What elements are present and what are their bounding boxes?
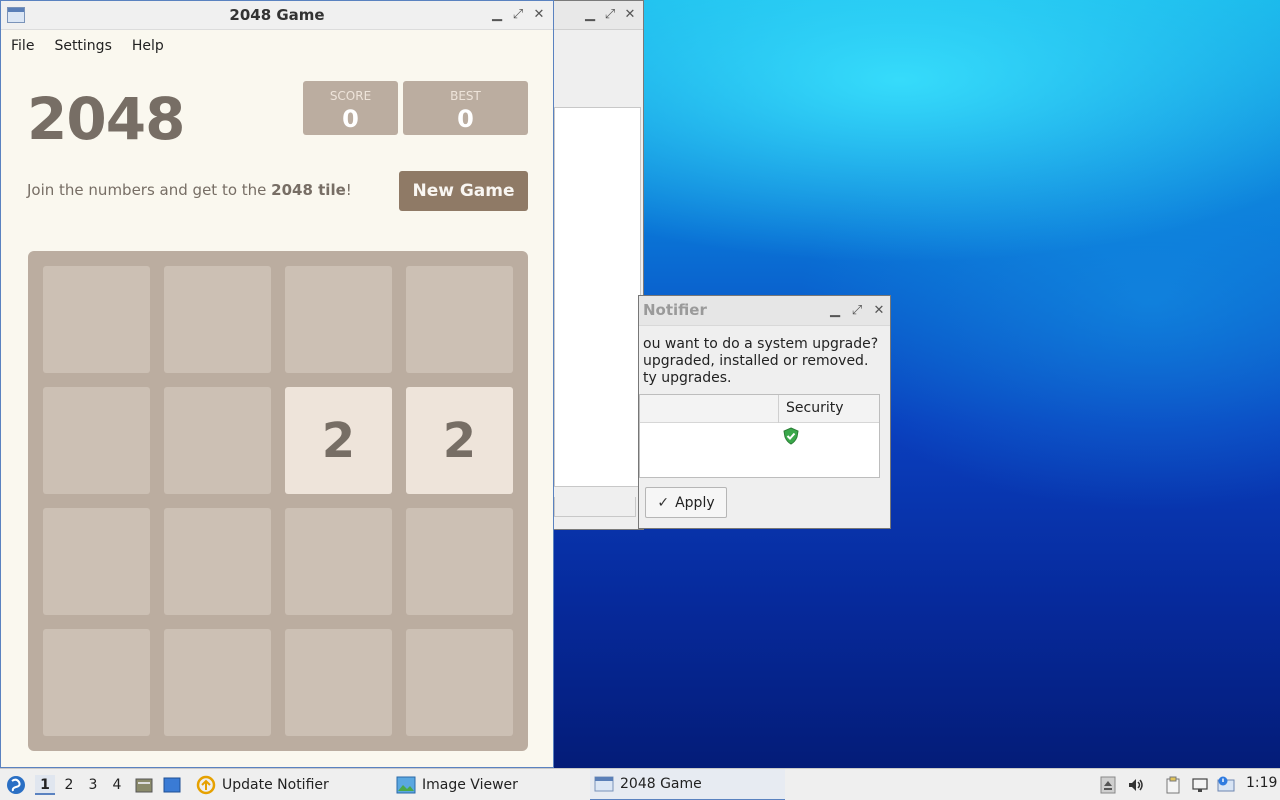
- game-window[interactable]: 2048 Game ▁ ⤢ ✕ File Settings Help 2048 …: [0, 0, 554, 768]
- score-value: 0: [342, 105, 359, 133]
- tile: 2: [285, 387, 392, 494]
- upgrade-table[interactable]: Security: [639, 394, 880, 478]
- empty-cell: [406, 508, 513, 615]
- close-icon[interactable]: ✕: [871, 303, 887, 319]
- window-title: 2048 Game: [229, 6, 325, 24]
- maximize-icon[interactable]: ⤢: [602, 7, 618, 23]
- task-label: Update Notifier: [222, 777, 329, 793]
- empty-cell: [285, 508, 392, 615]
- background-window[interactable]: ▁ ⤢ ✕: [553, 0, 644, 530]
- checkmark-icon: ✓: [657, 494, 670, 511]
- empty-cell: [164, 508, 271, 615]
- best-label: BEST: [450, 89, 481, 103]
- new-game-button[interactable]: New Game: [399, 171, 528, 211]
- taskbar: 1 2 3 4 Update Notifier Image Viewer 204…: [0, 768, 1280, 800]
- menu-file[interactable]: File: [11, 38, 34, 54]
- update-info-icon[interactable]: [1217, 776, 1235, 794]
- empty-cell: [43, 508, 150, 615]
- intro-prefix: Join the numbers and get to the: [27, 181, 272, 199]
- best-score-box: BEST 0: [403, 81, 528, 135]
- notifier-message-line: ty upgrades.: [643, 370, 732, 386]
- task-image-viewer[interactable]: Image Viewer: [392, 769, 582, 800]
- notifier-message-line: upgraded, installed or removed.: [643, 353, 869, 369]
- desktop-2-button[interactable]: 2: [59, 775, 79, 795]
- game-window-titlebar[interactable]: 2048 Game ▁ ⤢ ✕: [1, 1, 553, 30]
- task-2048-game[interactable]: 2048 Game: [590, 769, 785, 800]
- score-box: SCORE 0: [303, 81, 398, 135]
- window-icon: [594, 776, 614, 792]
- minimize-icon[interactable]: ▁: [827, 303, 843, 319]
- security-column-header[interactable]: Security: [786, 400, 844, 416]
- notifier-title: Notifier: [643, 301, 707, 319]
- empty-cell: [43, 266, 150, 373]
- file-manager-icon[interactable]: [135, 776, 153, 794]
- empty-cell: [43, 387, 150, 494]
- score-label: SCORE: [329, 89, 372, 103]
- intro-text: Join the numbers and get to the 2048 til…: [27, 181, 352, 199]
- upgrade-table-header: Security: [640, 395, 879, 423]
- desktop-1-button[interactable]: 1: [35, 775, 55, 795]
- intro-suffix: !: [345, 181, 352, 199]
- show-desktop-icon[interactable]: [163, 776, 181, 794]
- intro-bold: 2048 tile: [271, 181, 346, 199]
- column-separator[interactable]: [778, 395, 779, 423]
- desktop-3-button[interactable]: 3: [83, 775, 103, 795]
- network-icon[interactable]: [1191, 776, 1209, 794]
- menu-settings[interactable]: Settings: [54, 38, 111, 54]
- apply-button[interactable]: ✓ Apply: [645, 487, 727, 518]
- eject-icon[interactable]: [1099, 776, 1117, 794]
- empty-cell: [285, 629, 392, 736]
- desktop-4-button[interactable]: 4: [107, 775, 127, 795]
- empty-cell: [43, 629, 150, 736]
- close-icon[interactable]: ✕: [531, 7, 547, 23]
- notifier-titlebar[interactable]: Notifier ▁ ⤢ ✕: [639, 296, 890, 326]
- minimize-icon[interactable]: ▁: [582, 7, 598, 23]
- tile: 2: [406, 387, 513, 494]
- update-notifier-icon: [196, 775, 216, 795]
- menu-bar: File Settings Help: [1, 31, 553, 61]
- game-board[interactable]: 22: [28, 251, 528, 751]
- maximize-icon[interactable]: ⤢: [849, 303, 865, 319]
- clock[interactable]: 1:19: [1246, 775, 1277, 791]
- notifier-message-line: ou want to do a system upgrade?: [643, 336, 879, 352]
- start-menu-icon[interactable]: [6, 775, 26, 795]
- menu-help[interactable]: Help: [132, 38, 164, 54]
- empty-cell: [285, 266, 392, 373]
- security-shield-icon: [783, 427, 799, 445]
- apply-button-label: Apply: [675, 494, 715, 511]
- background-window-field: [554, 497, 636, 517]
- clipboard-icon[interactable]: [1164, 776, 1182, 794]
- maximize-icon[interactable]: ⤢: [510, 7, 526, 23]
- background-window-titlebar[interactable]: ▁ ⤢ ✕: [554, 1, 643, 30]
- empty-cell: [164, 387, 271, 494]
- update-notifier-dialog[interactable]: Notifier ▁ ⤢ ✕ ou want to do a system up…: [638, 295, 891, 529]
- empty-cell: [406, 629, 513, 736]
- game-title: 2048: [27, 85, 185, 153]
- close-icon[interactable]: ✕: [622, 7, 638, 23]
- empty-cell: [164, 266, 271, 373]
- task-update-notifier[interactable]: Update Notifier: [192, 769, 382, 800]
- image-viewer-icon: [396, 776, 416, 794]
- task-label: Image Viewer: [422, 777, 518, 793]
- empty-cell: [164, 629, 271, 736]
- volume-icon[interactable]: [1127, 776, 1145, 794]
- background-window-panel: [554, 107, 641, 487]
- task-label: 2048 Game: [620, 776, 702, 792]
- best-value: 0: [457, 105, 474, 133]
- empty-cell: [406, 266, 513, 373]
- minimize-icon[interactable]: ▁: [489, 7, 505, 23]
